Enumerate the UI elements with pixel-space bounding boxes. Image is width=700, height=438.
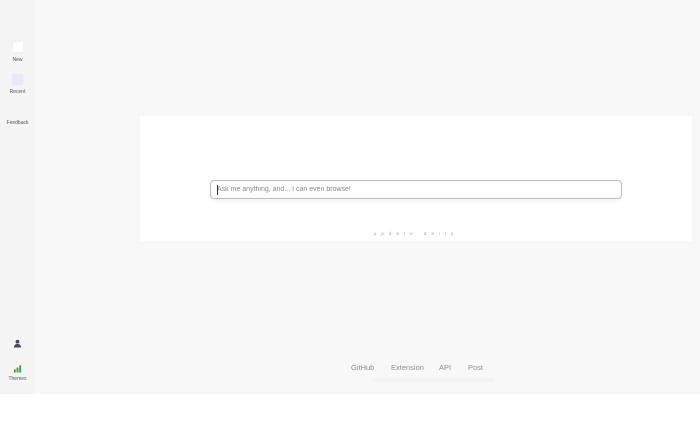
sidebar-item-account[interactable] xyxy=(0,339,35,348)
sidebar-item-label: Recent xyxy=(9,89,26,95)
footer-link-extension[interactable]: Extension xyxy=(391,363,424,372)
text-caret xyxy=(217,185,218,195)
user-icon xyxy=(13,339,22,348)
main-panel xyxy=(140,116,692,241)
recent-icon xyxy=(12,74,23,85)
footer-divider xyxy=(372,378,494,382)
footer-link-api[interactable]: API xyxy=(439,363,451,372)
sidebar-item-themes[interactable]: Themes xyxy=(0,364,35,382)
sidebar-item-label: Themes xyxy=(8,376,27,382)
signal-bars-icon xyxy=(13,365,22,373)
new-chat-icon xyxy=(12,42,23,52)
footer-link-github[interactable]: GitHub xyxy=(351,363,374,372)
search-input[interactable] xyxy=(211,181,621,198)
tagline: update daily xyxy=(373,231,459,236)
sidebar-item-recent[interactable]: Recent xyxy=(0,74,35,95)
sidebar-item-feedback[interactable]: Feedback xyxy=(0,120,35,126)
sidebar-item-new[interactable]: New xyxy=(0,42,35,63)
footer-link-post[interactable]: Post xyxy=(468,363,483,372)
sidebar-item-label: New xyxy=(12,57,23,63)
app-window: New Recent Feedback Themes Ask me anythi… xyxy=(0,0,700,394)
search-box[interactable] xyxy=(210,180,622,199)
sidebar-item-label: Feedback xyxy=(6,120,29,126)
sidebar: New Recent Feedback Themes xyxy=(0,0,35,394)
